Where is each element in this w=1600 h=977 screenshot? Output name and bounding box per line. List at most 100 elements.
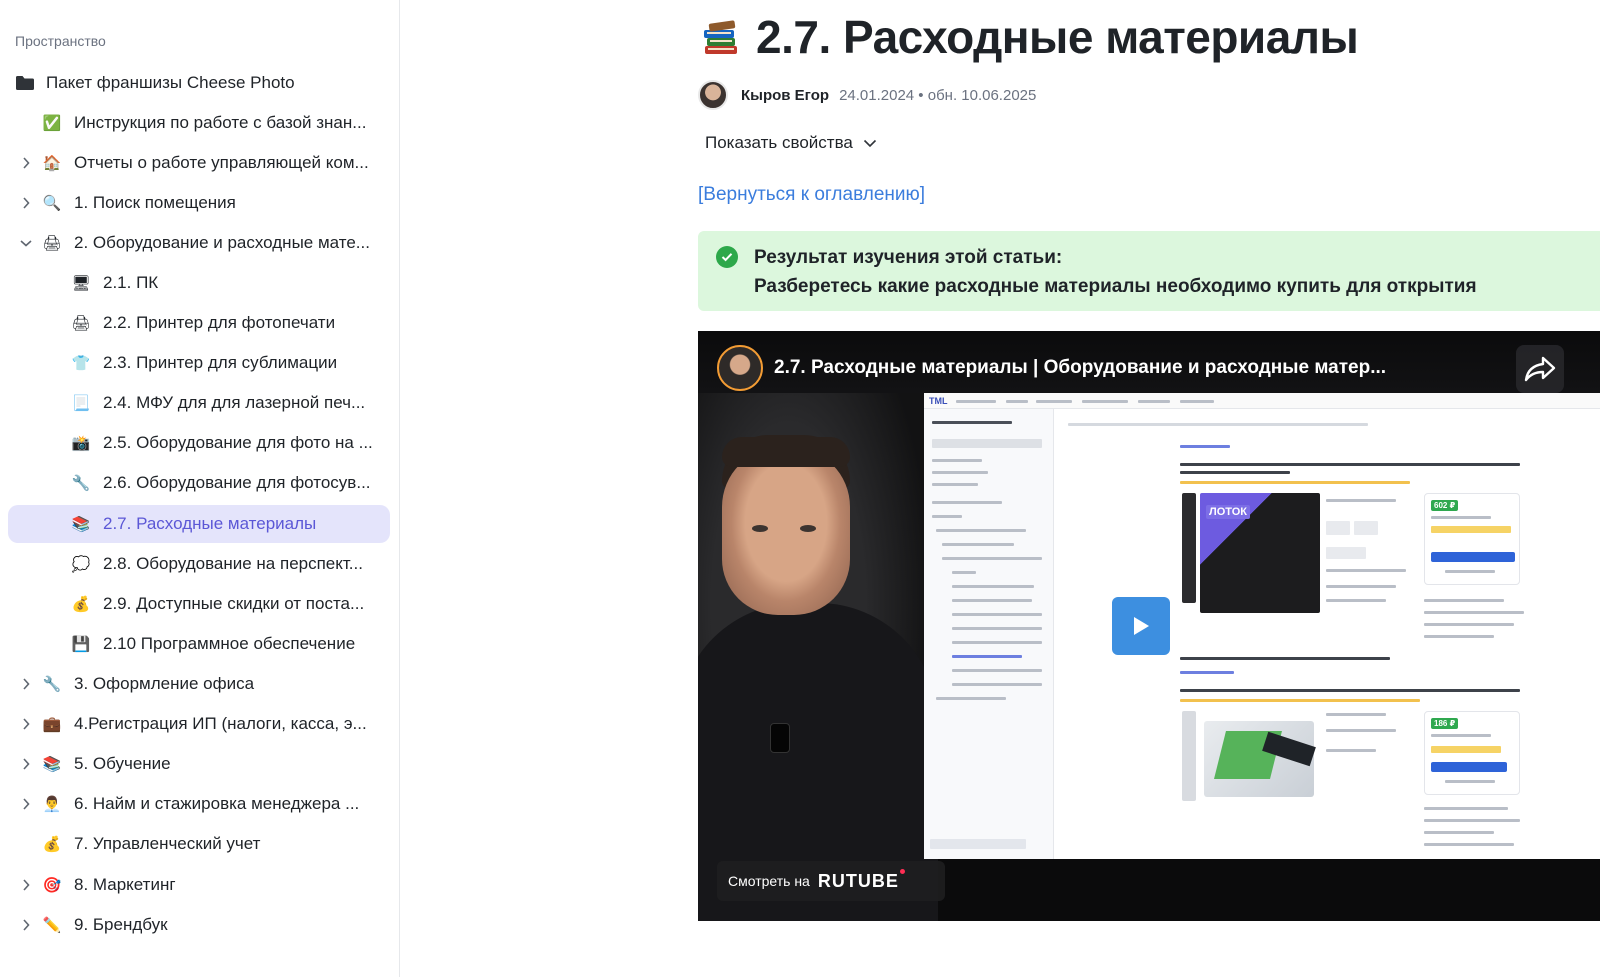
sidebar-item-label: Отчеты о работе управляющей ком...: [74, 153, 369, 172]
desktop-icon: 🖥: [71, 274, 91, 292]
speech-bubble-icon: 💭: [71, 555, 91, 573]
sidebar-item-equipment[interactable]: 🖨 2. Оборудование и расходные мате...: [8, 224, 390, 262]
sidebar-item-label: 2.9. Доступные скидки от поста...: [103, 594, 365, 613]
sidebar-item-management-accounting[interactable]: 💰 7. Управленческий учет: [8, 825, 390, 863]
tshirt-icon: 👕: [71, 354, 91, 372]
video-presenter: [698, 393, 938, 921]
play-button[interactable]: [1112, 597, 1170, 655]
sidebar-item-hiring[interactable]: 👨‍💼 6. Найм и стажировка менеджера ...: [8, 785, 390, 823]
target-icon: 🎯: [42, 876, 62, 894]
sidebar-item-kb-instructions[interactable]: ✅ Инструкция по работе с базой знан...: [8, 104, 390, 142]
sidebar-item-label: 2.10 Программное обеспечение: [103, 634, 356, 653]
meta-row: Кыров Егор 24.01.2024 • обн. 10.06.2025: [698, 80, 1036, 110]
sidebar-item-sublimation-printer[interactable]: 👕 2.3. Принтер для сублимации: [8, 344, 390, 382]
sidebar-item-registration[interactable]: 💼 4.Регистрация ИП (налоги, касса, э...: [8, 705, 390, 743]
magnifier-icon: 🔍: [42, 194, 62, 212]
sidebar-item-label: 2.8. Оборудование на перспект...: [103, 554, 363, 573]
sidebar-item-label: 6. Найм и стажировка менеджера ...: [74, 794, 360, 813]
chevron-right-icon[interactable]: [19, 797, 33, 811]
house-icon: 🏠: [42, 154, 62, 172]
video-title[interactable]: 2.7. Расходные материалы | Оборудование …: [774, 357, 1386, 379]
wrench-icon: 🔧: [42, 675, 62, 693]
show-properties-label: Показать свойства: [705, 133, 853, 152]
callout-line-2: Разберетесь какие расходные материалы не…: [754, 276, 1477, 297]
channel-avatar[interactable]: [717, 345, 763, 391]
sidebar-item-consumables[interactable]: 📚 2.7. Расходные материалы: [8, 505, 390, 543]
rutube-logo: RUTUBE: [818, 868, 905, 892]
sidebar-item-label: Инструкция по работе с базой знан...: [74, 113, 367, 132]
sidebar-item-photo-docs-equipment[interactable]: 📸 2.5. Оборудование для фото на ...: [8, 424, 390, 462]
sidebar-item-future-equipment[interactable]: 💭 2.8. Оборудование на перспект...: [8, 545, 390, 583]
chevron-right-icon[interactable]: [19, 918, 33, 932]
check-box-icon: ✅: [42, 114, 62, 132]
callout-line-1: Результат изучения этой статьи:: [754, 247, 1063, 268]
money-bag-icon: 💰: [71, 595, 91, 613]
sidebar-item-pc[interactable]: 🖥 2.1. ПК: [8, 264, 390, 302]
show-properties-button[interactable]: Показать свойства: [705, 133, 877, 153]
chevron-right-icon[interactable]: [19, 717, 33, 731]
video-player[interactable]: TML ЛОТОК 602 ₽ 186 ₽ 2.7. Расходные мат…: [698, 331, 1600, 921]
sidebar-item-training[interactable]: 📚 5. Обучение: [8, 745, 390, 783]
sidebar-item-label: 2. Оборудование и расходные мате...: [74, 233, 370, 252]
result-callout: Результат изучения этой статьи: Разберет…: [698, 231, 1600, 311]
camera-icon: 📸: [71, 434, 91, 452]
sidebar-item-office-setup[interactable]: 🔧 3. Оформление офиса: [8, 665, 390, 703]
sidebar-item-label: 9. Брендбук: [74, 915, 168, 934]
books-icon: [702, 17, 740, 57]
sidebar-item-label: 2.2. Принтер для фотопечати: [103, 313, 336, 332]
money-bag-icon: 💰: [42, 835, 62, 853]
sidebar-item-mfp[interactable]: 📃 2.4. МФУ для для лазерной печ...: [8, 384, 390, 422]
sidebar-item-brandbook[interactable]: ✏️ 9. Брендбук: [8, 906, 390, 944]
document-icon: 📃: [71, 394, 91, 412]
product-tag: ЛОТОК: [1206, 505, 1250, 519]
chevron-right-icon[interactable]: [19, 677, 33, 691]
chevron-down-icon[interactable]: [19, 236, 33, 250]
person-icon: 👨‍💼: [42, 795, 62, 813]
pencil-icon: ✏️: [42, 916, 62, 934]
chevron-right-icon[interactable]: [19, 156, 33, 170]
sidebar-item-marketing[interactable]: 🎯 8. Маркетинг: [8, 866, 390, 904]
sidebar-item-label: 1. Поиск помещения: [74, 193, 236, 212]
printer-icon: 🖨: [42, 234, 62, 252]
sidebar-item-label: 2.7. Расходные материалы: [103, 514, 317, 533]
sidebar-item-label: 7. Управленческий учет: [74, 834, 261, 853]
watch-on-rutube-button[interactable]: Смотреть на RUTUBE: [717, 861, 945, 901]
microphone-icon: [770, 723, 790, 753]
price-badge: 186 ₽: [1431, 718, 1459, 729]
title-row: 2.7. Расходные материалы: [702, 10, 1359, 64]
sidebar-item-label: 5. Обучение: [74, 754, 171, 773]
sidebar-item-premises-search[interactable]: 🔍 1. Поиск помещения: [8, 184, 390, 222]
sidebar-item-souvenir-equipment[interactable]: 🔧 2.6. Оборудование для фотосув...: [8, 464, 390, 502]
sidebar-item-label: 2.6. Оборудование для фотосув...: [103, 473, 371, 492]
space-label: Пространство: [15, 33, 106, 49]
sidebar-item-label: Пакет франшизы Cheese Photo: [46, 73, 295, 92]
wrench-icon: 🔧: [71, 474, 91, 492]
watch-label: Смотреть на: [728, 873, 810, 889]
sidebar-item-photo-printer[interactable]: 🖨 2.2. Принтер для фотопечати: [8, 304, 390, 342]
printer-icon: 🖨: [71, 314, 91, 332]
back-to-contents-link[interactable]: [Вернуться к оглавлению]: [698, 184, 925, 206]
check-circle-icon: [716, 246, 738, 268]
folder-icon: [15, 73, 35, 93]
screen-logo: TML: [929, 396, 948, 406]
chevron-right-icon[interactable]: [19, 757, 33, 771]
share-button[interactable]: [1516, 345, 1564, 393]
chevron-right-icon[interactable]: [19, 196, 33, 210]
article: 2.7. Расходные материалы Кыров Егор 24.0…: [400, 0, 1600, 977]
sidebar-item-label: 2.4. МФУ для для лазерной печ...: [103, 393, 366, 412]
avatar[interactable]: [698, 80, 728, 110]
sidebar-item-label: 2.5. Оборудование для фото на ...: [103, 433, 373, 452]
books-icon: 📚: [71, 515, 91, 533]
sidebar-item-franchise-package[interactable]: Пакет франшизы Cheese Photo: [8, 64, 390, 102]
page-title: 2.7. Расходные материалы: [756, 11, 1359, 63]
sidebar-item-software[interactable]: 💾 2.10 Программное обеспечение: [8, 625, 390, 663]
chevron-right-icon[interactable]: [19, 878, 33, 892]
author-name[interactable]: Кыров Егор: [741, 87, 829, 104]
video-header: 2.7. Расходные материалы | Оборудование …: [698, 331, 1600, 393]
sidebar: Пространство Пакет франшизы Cheese Photo…: [0, 0, 400, 977]
briefcase-icon: 💼: [42, 715, 62, 733]
sidebar-item-supplier-discounts[interactable]: 💰 2.9. Доступные скидки от поста...: [8, 585, 390, 623]
video-screen-capture: TML ЛОТОК 602 ₽ 186 ₽: [924, 393, 1600, 859]
page-dates: 24.01.2024 • обн. 10.06.2025: [839, 86, 1037, 104]
sidebar-item-reports[interactable]: 🏠 Отчеты о работе управляющей ком...: [8, 144, 390, 182]
